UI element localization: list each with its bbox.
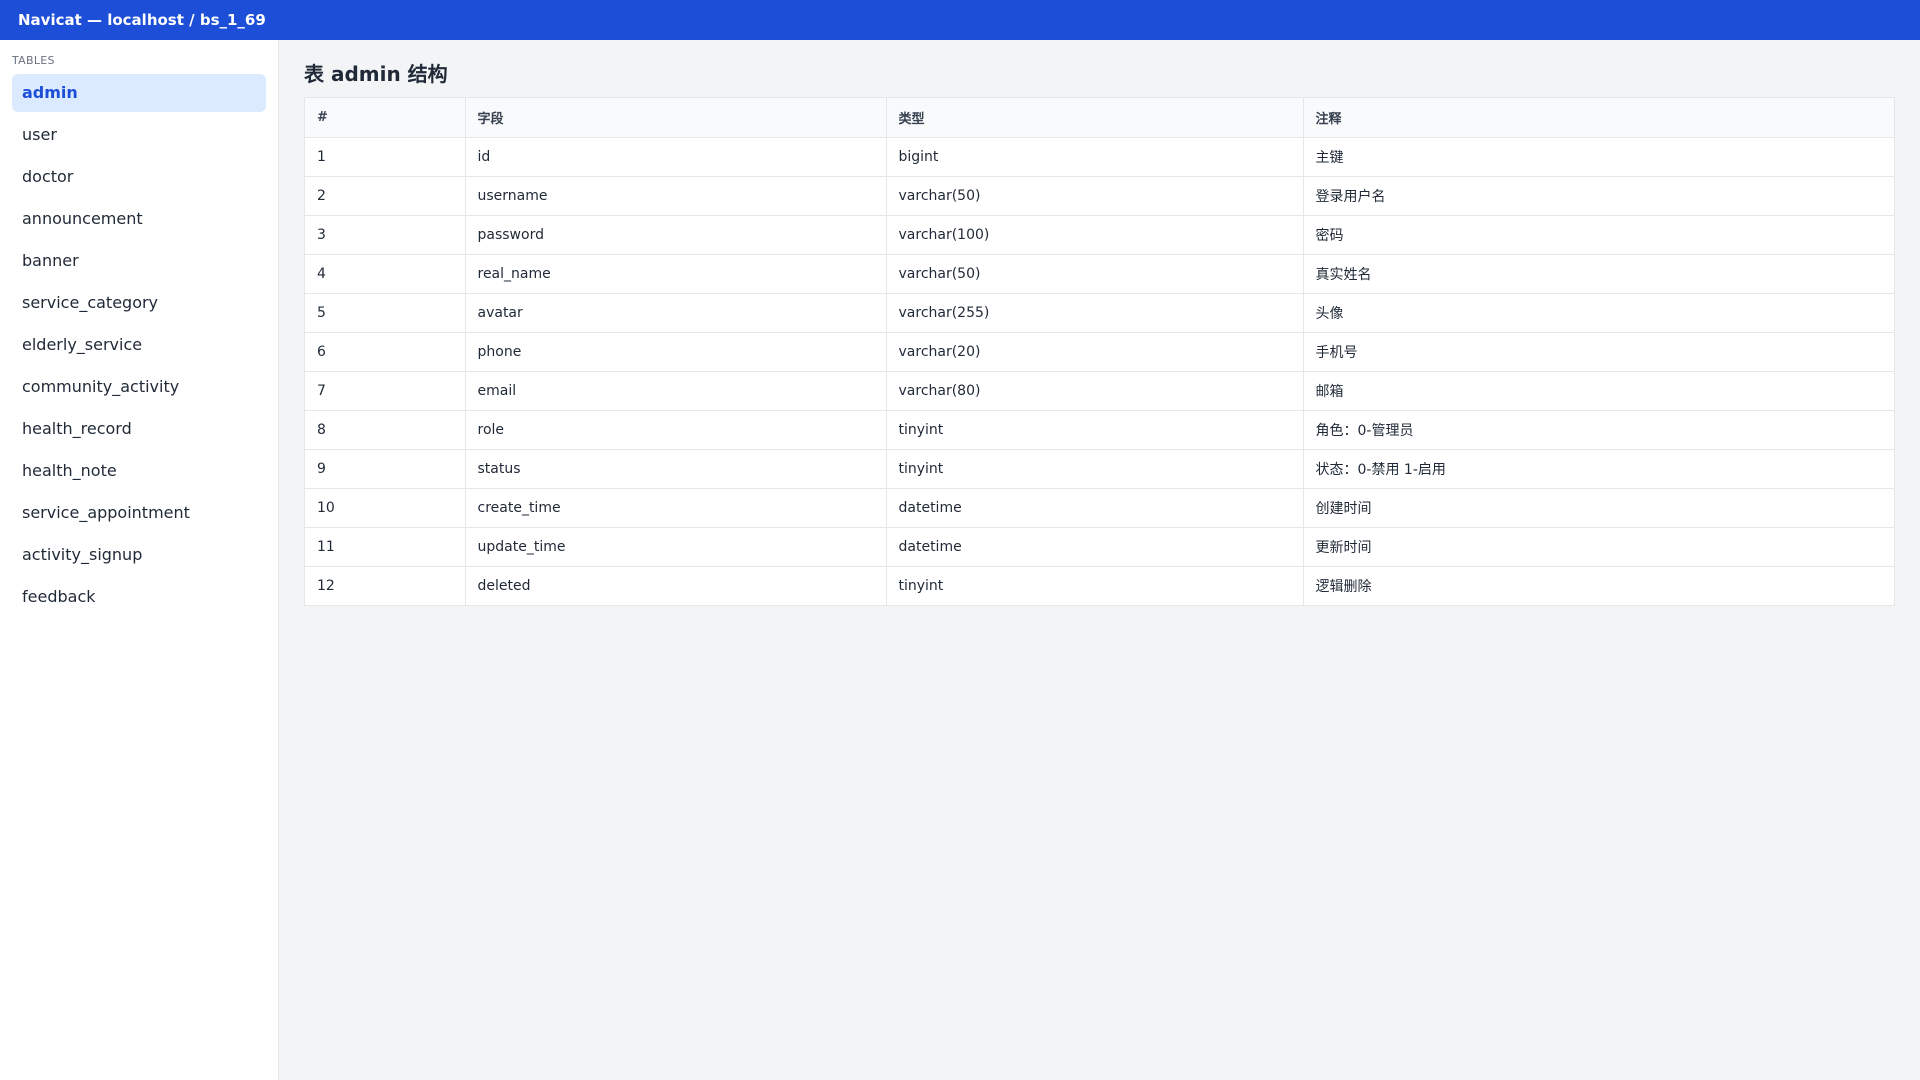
cell-index: 8 [305,410,466,450]
table-row[interactable]: 9 status tinyint 状态：0-禁用 1-启用 [305,449,1894,489]
table-body: 1 id bigint 主键 2 username varchar(50) 登录用户名 3 pas… [305,137,1894,605]
cell-comment: 登录用户名 [1303,176,1894,216]
cell-comment: 邮箱 [1303,371,1894,411]
sidebar-item-health-note[interactable]: health_note [12,452,266,490]
cell-type: datetime [886,488,1304,528]
cell-type: tinyint [886,566,1304,605]
cell-field: update_time [465,527,887,567]
cell-type: varchar(20) [886,332,1304,372]
column-header-comment: 注释 [1303,98,1894,138]
sidebar-item-activity-signup[interactable]: activity_signup [12,536,266,574]
table-row[interactable]: 6 phone varchar(20) 手机号 [305,332,1894,372]
cell-type: varchar(255) [886,293,1304,333]
cell-index: 11 [305,527,466,567]
cell-type: varchar(50) [886,176,1304,216]
cell-comment: 主键 [1303,137,1894,177]
cell-comment: 角色：0-管理员 [1303,410,1894,450]
cell-type: varchar(80) [886,371,1304,411]
cell-type: varchar(50) [886,254,1304,294]
cell-index: 4 [305,254,466,294]
cell-field: id [465,137,887,177]
sidebar-item-health-record[interactable]: health_record [12,410,266,448]
table-row[interactable]: 2 username varchar(50) 登录用户名 [305,176,1894,216]
structure-table: # 字段 类型 注释 1 id bigint 主键 2 username varchar(5… [305,98,1894,605]
table-row[interactable]: 12 deleted tinyint 逻辑删除 [305,566,1894,605]
page-title: 表 admin 结构 [304,62,448,86]
sidebar-item-admin[interactable]: admin [12,74,266,112]
cell-index: 3 [305,215,466,255]
cell-index: 7 [305,371,466,411]
cell-index: 5 [305,293,466,333]
cell-comment: 状态：0-禁用 1-启用 [1303,449,1894,489]
cell-field: avatar [465,293,887,333]
window-titlebar: Navicat — localhost / bs_1_69 [0,0,1920,40]
cell-field: deleted [465,566,887,605]
window-title: Navicat — localhost / bs_1_69 [18,11,266,29]
column-header-index: # [305,98,466,138]
sidebar-item-service-appointment[interactable]: service_appointment [12,494,266,532]
sidebar-heading: TABLES [12,54,55,67]
cell-type: varchar(100) [886,215,1304,255]
table-row[interactable]: 8 role tinyint 角色：0-管理员 [305,410,1894,450]
table-row[interactable]: 4 real_name varchar(50) 真实姓名 [305,254,1894,294]
cell-index: 6 [305,332,466,372]
sidebar-item-feedback[interactable]: feedback [12,578,266,616]
sidebar-item-announcement[interactable]: announcement [12,200,266,238]
cell-field: role [465,410,887,450]
sidebar-item-community-activity[interactable]: community_activity [12,368,266,406]
table-row[interactable]: 1 id bigint 主键 [305,137,1894,177]
cell-index: 1 [305,137,466,177]
cell-field: create_time [465,488,887,528]
cell-comment: 密码 [1303,215,1894,255]
table-row[interactable]: 5 avatar varchar(255) 头像 [305,293,1894,333]
cell-index: 9 [305,449,466,489]
cell-field: password [465,215,887,255]
sidebar-item-doctor[interactable]: doctor [12,158,266,196]
cell-field: phone [465,332,887,372]
cell-field: real_name [465,254,887,294]
main-panel: 表 admin 结构 # 字段 类型 注释 1 id bigint 主键 2 userna… [279,40,1920,1080]
cell-index: 12 [305,566,466,605]
cell-comment: 头像 [1303,293,1894,333]
cell-field: email [465,371,887,411]
cell-index: 2 [305,176,466,216]
cell-type: tinyint [886,410,1304,450]
sidebar-item-banner[interactable]: banner [12,242,266,280]
table-row[interactable]: 10 create_time datetime 创建时间 [305,488,1894,528]
cell-field: status [465,449,887,489]
table-row[interactable]: 11 update_time datetime 更新时间 [305,527,1894,567]
table-row[interactable]: 3 password varchar(100) 密码 [305,215,1894,255]
sidebar-item-user[interactable]: user [12,116,266,154]
structure-table-container: # 字段 类型 注释 1 id bigint 主键 2 username varchar(5… [304,97,1895,606]
column-header-type: 类型 [886,98,1304,138]
cell-field: username [465,176,887,216]
cell-type: datetime [886,527,1304,567]
sidebar-table-list: admin user doctor announcement banner service… [12,74,266,616]
cell-comment: 更新时间 [1303,527,1894,567]
cell-comment: 真实姓名 [1303,254,1894,294]
sidebar-item-service-category[interactable]: service_category [12,284,266,322]
sidebar-item-elderly-service[interactable]: elderly_service [12,326,266,364]
table-row[interactable]: 7 email varchar(80) 邮箱 [305,371,1894,411]
cell-index: 10 [305,488,466,528]
cell-comment: 手机号 [1303,332,1894,372]
cell-comment: 逻辑删除 [1315,578,1372,595]
cell-comment: 创建时间 [1303,488,1894,528]
cell-type: bigint [886,137,1304,177]
column-header-field: 字段 [465,98,887,138]
table-header-row: # 字段 类型 注释 [305,98,1894,138]
sidebar: TABLES admin user doctor announcement banner… [0,40,279,1080]
cell-type: tinyint [886,449,1304,489]
